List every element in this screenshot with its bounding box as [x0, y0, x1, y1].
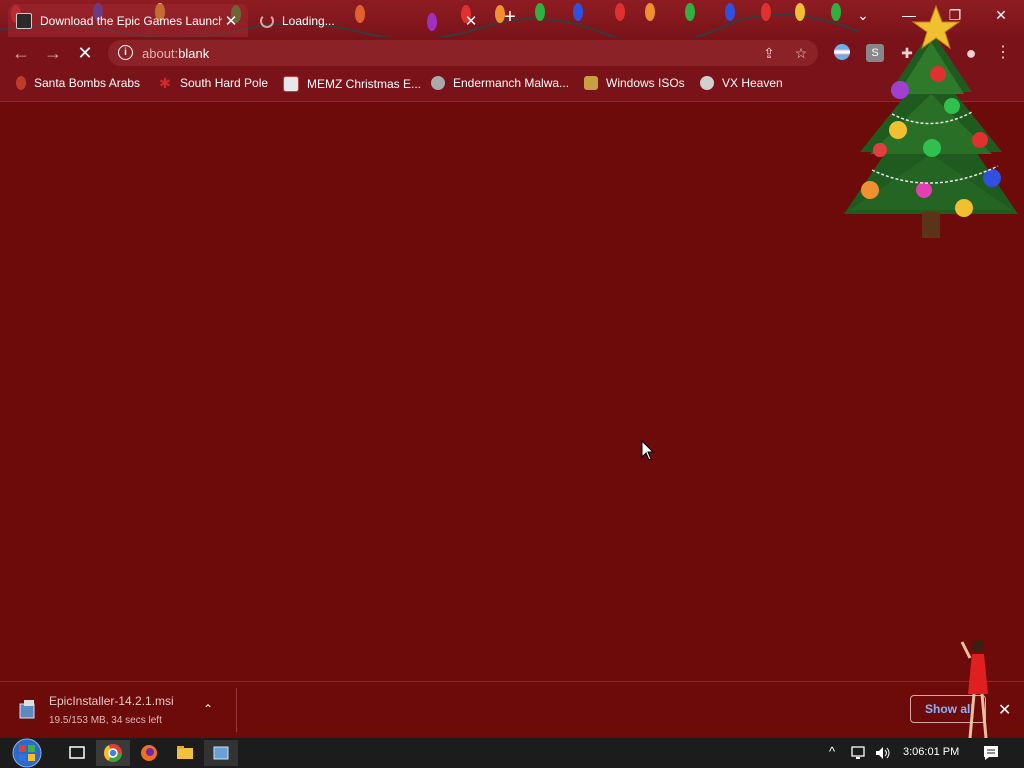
download-filename[interactable]: EpicInstaller-14.2.1.msi: [49, 694, 174, 708]
bookmark-label: Windows ISOs: [606, 76, 685, 90]
download-separator: [236, 688, 237, 732]
address-bar[interactable]: i about:blank ⇪ ☆: [108, 40, 818, 66]
share-icon[interactable]: ⇪: [760, 44, 778, 62]
tab-title: Loading...: [282, 13, 335, 28]
start-button-windows-icon[interactable]: [8, 738, 46, 768]
download-shelf: EpicInstaller-14.2.1.msi 19.5/153 MB, 34…: [0, 681, 1024, 739]
file-explorer-icon[interactable]: [168, 740, 202, 766]
bookmark-star-icon[interactable]: ☆: [792, 44, 810, 62]
bookmark-label: VX Heaven: [722, 76, 783, 90]
loading-spinner-icon: [260, 13, 274, 28]
bookmark-memz-christmas[interactable]: MEMZ Christmas E...: [283, 76, 421, 92]
tab-epic-games[interactable]: Download the Epic Games Launcher ✕: [8, 4, 248, 37]
bookmark-label: South Hard Pole: [180, 76, 269, 90]
memz-icon: [283, 76, 299, 92]
bookmark-label: Endermanch Malwa...: [453, 76, 570, 90]
action-center-notification-icon[interactable]: [982, 744, 1000, 762]
chrome-taskbar-icon[interactable]: [96, 740, 130, 766]
snowflake-icon: ✱: [159, 75, 171, 91]
url-text[interactable]: about:blank: [142, 46, 209, 61]
epic-games-favicon-icon: [16, 12, 32, 29]
bookmark-endermanch-malware[interactable]: Endermanch Malwa...: [431, 76, 569, 90]
taskbar-clock[interactable]: 3:06:01 PM: [903, 746, 959, 758]
firefox-taskbar-icon[interactable]: [132, 740, 166, 766]
windows-taskbar: ^ 3:06:01 PM: [0, 738, 1024, 768]
bookmark-south-hard-pole[interactable]: ✱ South Hard Pole: [158, 76, 268, 90]
bookmark-label: Santa Bombs Arabs: [34, 76, 141, 90]
bookmark-vx-heaven[interactable]: VX Heaven: [700, 76, 783, 90]
volume-icon[interactable]: [874, 745, 892, 761]
forward-button[interactable]: →: [42, 42, 64, 64]
tray-overflow-chevron-icon[interactable]: ^: [829, 744, 835, 759]
bookmark-label: MEMZ Christmas E...: [307, 77, 422, 91]
stop-loading-button[interactable]: ✕: [74, 42, 96, 64]
close-tab-icon[interactable]: ✕: [462, 12, 480, 30]
vx-heaven-icon: [700, 76, 714, 90]
download-options-chevron-icon[interactable]: ⌃: [203, 702, 213, 716]
windows-iso-icon: [584, 76, 598, 90]
network-icon[interactable]: [850, 745, 868, 761]
bookmark-santa-bombs-arabs[interactable]: Santa Bombs Arabs: [16, 76, 140, 90]
close-tab-icon[interactable]: ✕: [222, 12, 240, 30]
app-window-taskbar-icon[interactable]: [204, 740, 238, 766]
url-scheme: about:: [142, 46, 179, 61]
url-path: blank: [178, 46, 210, 61]
new-tab-button[interactable]: +: [499, 6, 521, 28]
desktop-character-decoration: [960, 640, 988, 739]
mouse-cursor-icon: [641, 440, 655, 461]
tab-title: Download the Epic Games Launcher: [40, 13, 222, 28]
back-button[interactable]: ←: [10, 42, 32, 64]
santa-icon: [16, 76, 26, 90]
close-download-shelf-icon[interactable]: ✕: [998, 700, 1011, 720]
msi-installer-icon: [19, 700, 35, 719]
christmas-tree-decoration: [844, 4, 1018, 238]
tab-loading[interactable]: Loading... ✕: [252, 4, 488, 37]
download-status: 19.5/153 MB, 34 secs left: [49, 715, 162, 726]
bookmark-windows-isos[interactable]: Windows ISOs: [584, 76, 685, 90]
site-info-icon[interactable]: i: [118, 45, 133, 60]
task-view-icon[interactable]: [60, 740, 94, 766]
endermanch-icon: [431, 76, 445, 90]
